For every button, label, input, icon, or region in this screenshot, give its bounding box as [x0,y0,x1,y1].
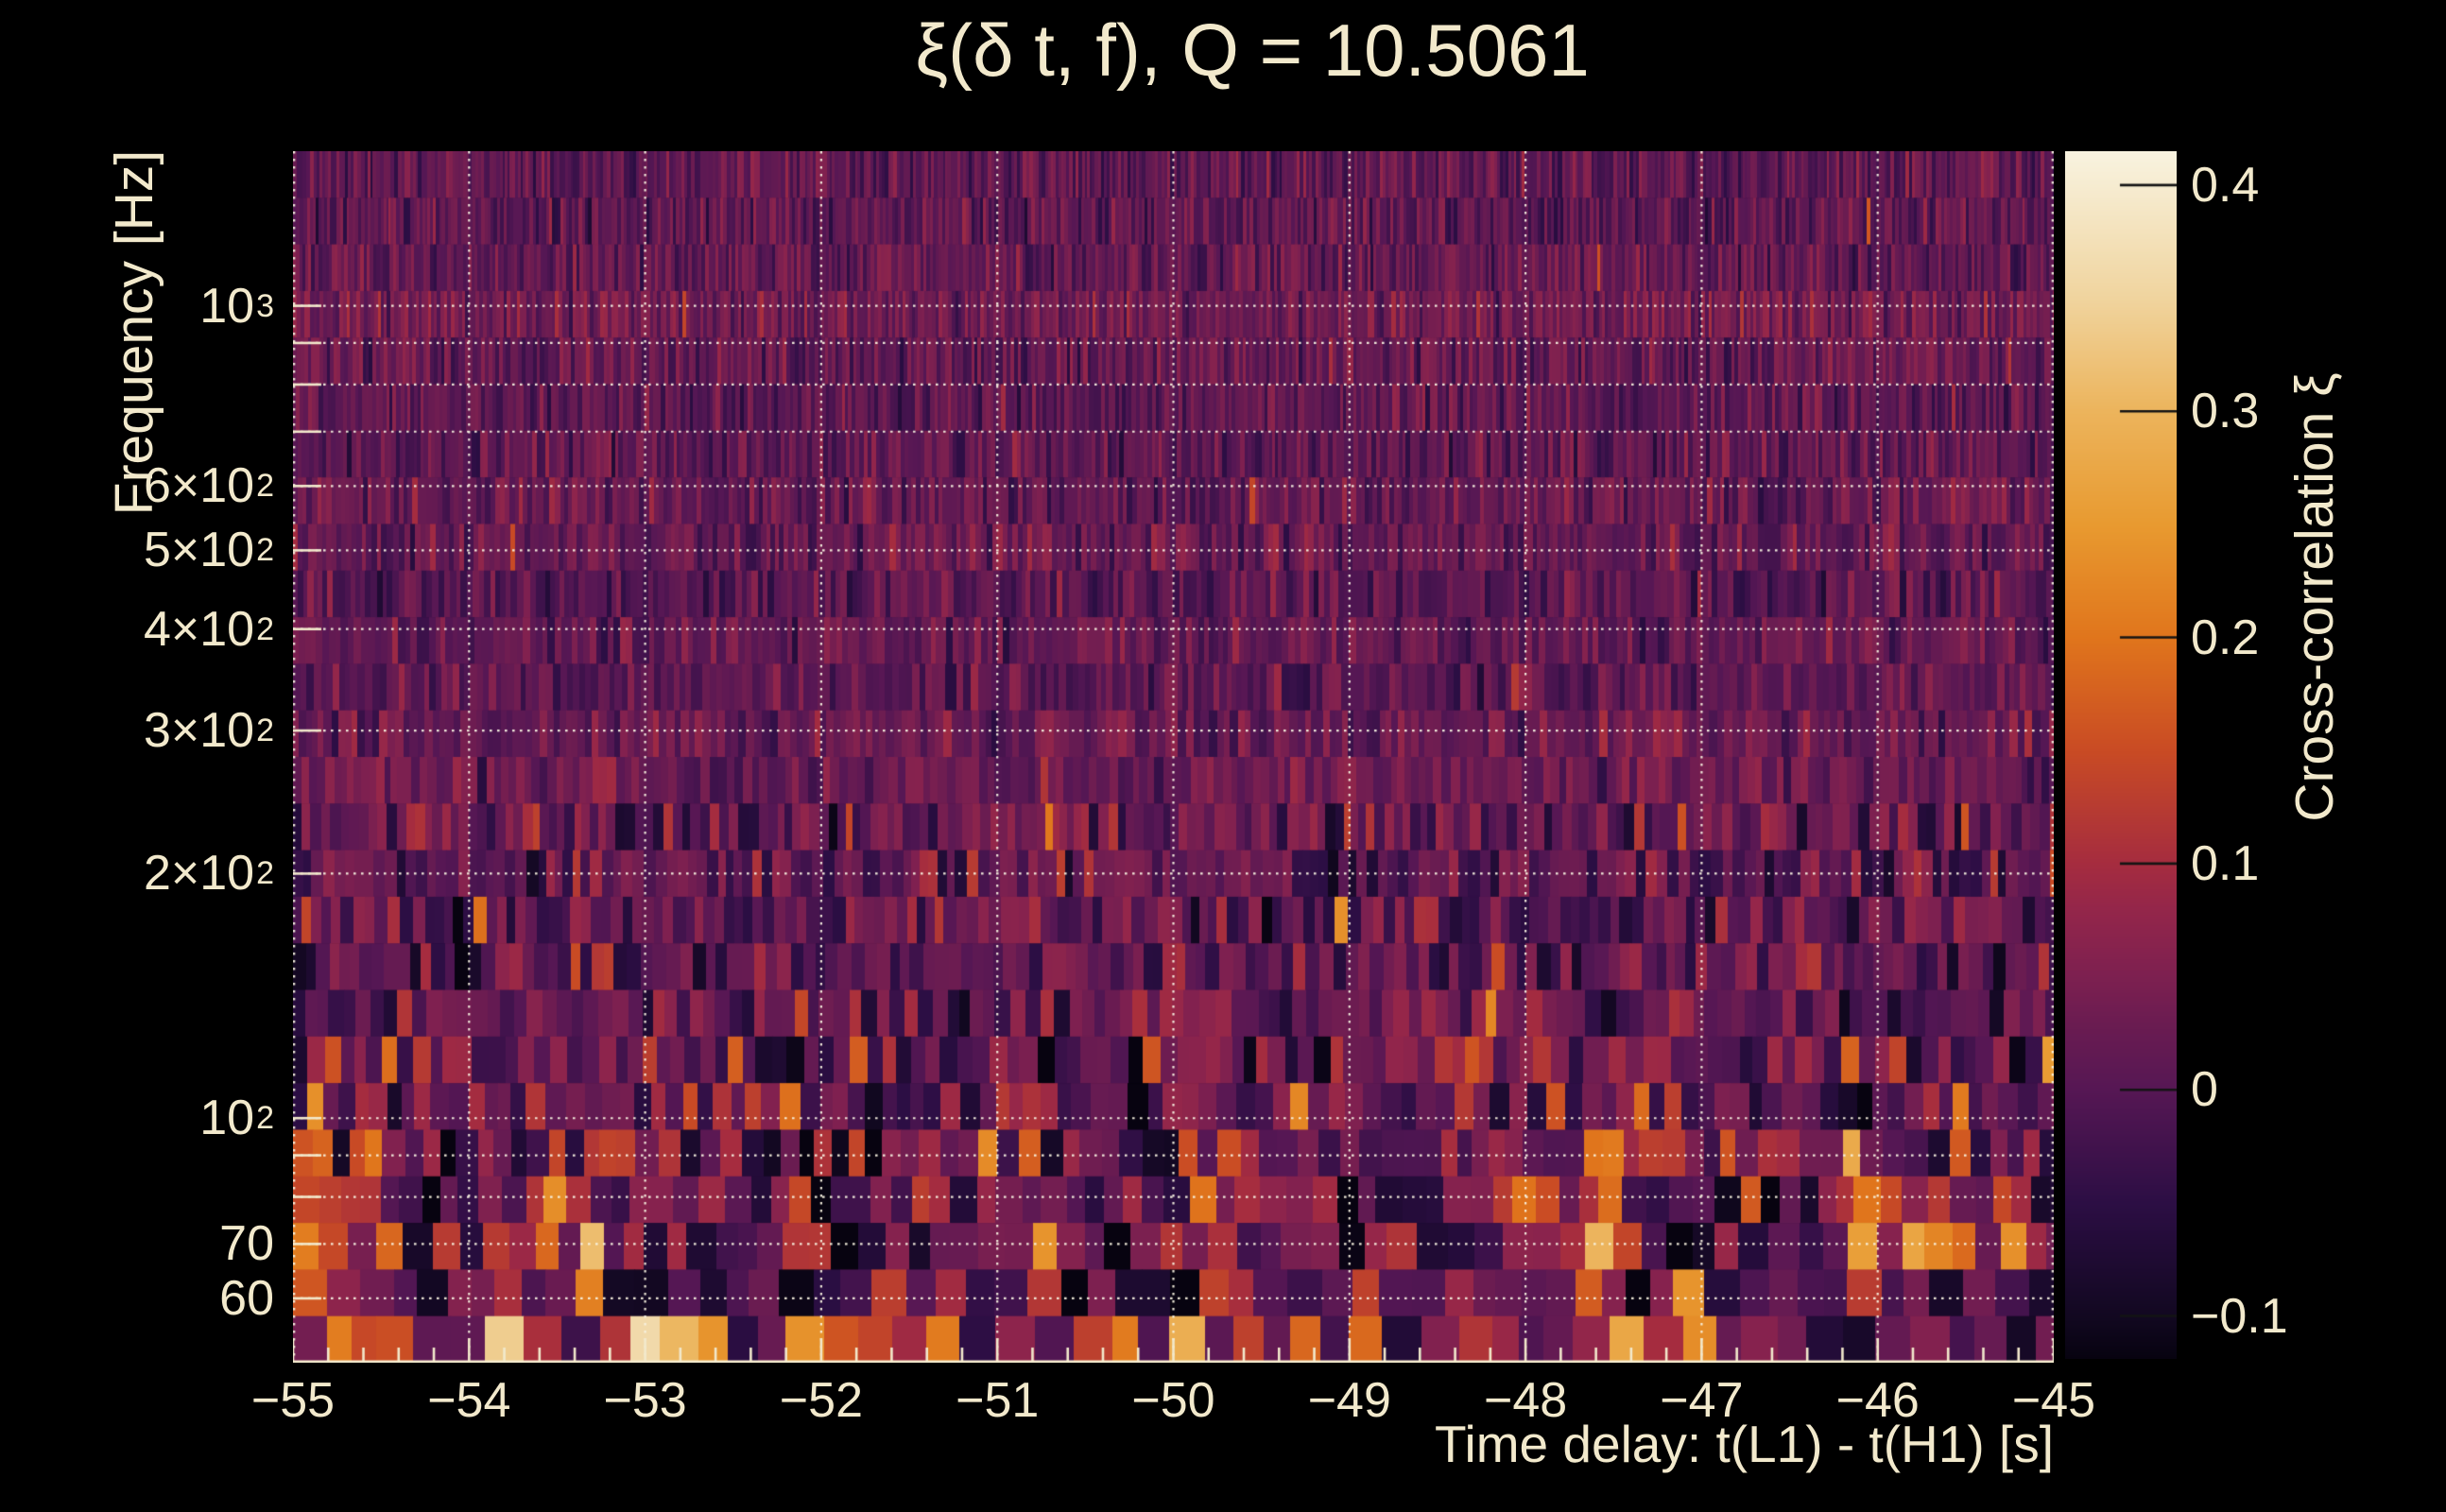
colorbar-tick-label: 0.2 [2191,610,2259,666]
x-tick-label: −54 [427,1372,510,1429]
x-tick-label: −49 [1308,1372,1391,1429]
y-tick-label: 6×102 [144,457,274,514]
y-tick-label: 2×102 [144,845,274,902]
x-tick-label: −52 [780,1372,863,1429]
colorbar-title: Cross-correlation ξ [2283,372,2346,821]
figure-root: ξ(δ t, f), Q = 10.5061 Frequency [Hz] 10… [0,0,2446,1512]
colorbar-tick-label: 0.1 [2191,835,2259,892]
y-tick-label: 60 [219,1270,274,1327]
colorbar-tick-label: 0.3 [2191,383,2259,439]
y-tick-label: 3×102 [144,702,274,759]
x-tick-label: −50 [1131,1372,1214,1429]
y-tick-label: 70 [219,1215,274,1272]
y-tick-label: 5×102 [144,522,274,578]
x-tick-label: −53 [603,1372,686,1429]
x-tick-label: −55 [251,1372,335,1429]
x-tick-label: −51 [956,1372,1039,1429]
y-tick-label: 4×102 [144,601,274,658]
colorbar-tick-label: −0.1 [2191,1288,2288,1345]
y-tick-label: 103 [199,278,274,335]
colorbar-canvas [2065,151,2177,1359]
colorbar-tick-label: 0.4 [2191,157,2259,214]
qscan-heatmap-canvas [293,151,2054,1363]
colorbar-tick-label: 0 [2191,1061,2218,1118]
x-axis-title: Time delay: t(L1) - t(H1) [s] [1435,1414,2054,1474]
y-tick-label: 102 [199,1090,274,1146]
chart-title: ξ(δ t, f), Q = 10.5061 [915,8,1590,94]
